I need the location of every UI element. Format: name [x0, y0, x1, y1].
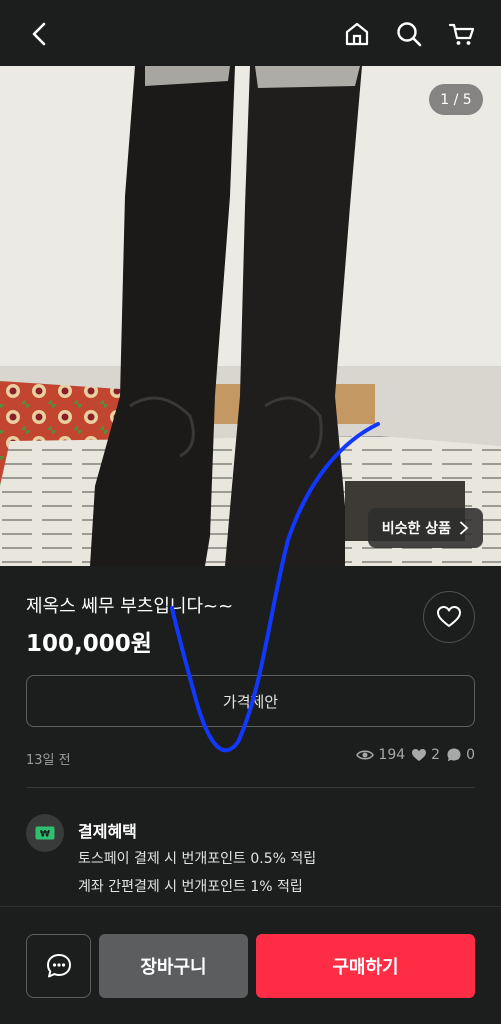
eye-icon: [356, 750, 375, 760]
benefit-line-toss: 토스페이 결제 시 번개포인트 0.5% 적립: [78, 851, 317, 867]
won-card-icon: ₩: [35, 826, 55, 840]
product-price: 100,000원: [26, 631, 152, 657]
likes-count: 2: [431, 747, 441, 763]
product-image-carousel[interactable]: 1 / 5 비슷한 상품: [0, 66, 501, 566]
cart-icon: [448, 23, 475, 45]
bottom-action-bar: 장바구니 구매하기: [0, 906, 501, 1024]
chat-dots-icon: [46, 954, 71, 978]
home-icon: [345, 22, 369, 46]
chats-stat: 0: [446, 747, 475, 763]
back-button[interactable]: [18, 12, 62, 56]
home-button[interactable]: [335, 12, 379, 56]
top-bar: [0, 0, 501, 66]
price-offer-button[interactable]: 가격제안: [26, 675, 475, 727]
similar-products-label: 비슷한 상품: [381, 521, 451, 537]
views-count: 194: [378, 747, 406, 763]
product-stats: 194 2 0: [356, 747, 475, 763]
chevron-right-icon: [460, 521, 469, 535]
image-counter: 1 / 5: [429, 84, 483, 115]
benefit-line-account: 계좌 간편결제 시 번개포인트 1% 적립: [78, 879, 303, 895]
chat-button[interactable]: [26, 934, 91, 998]
likes-stat: 2: [411, 747, 440, 763]
benefit-title: 결제혜택: [78, 822, 137, 841]
product-title: 제옥스 쎄무 부츠입니다~~: [26, 596, 234, 617]
search-icon: [397, 22, 422, 47]
product-photo: [0, 66, 501, 566]
posted-time: 13일 전: [26, 753, 71, 768]
similar-products-button[interactable]: 비슷한 상품: [367, 508, 483, 548]
chats-count: 0: [466, 747, 475, 763]
buy-button[interactable]: 구매하기: [256, 934, 475, 998]
like-button[interactable]: [423, 591, 475, 643]
cart-button[interactable]: [440, 12, 484, 56]
heart-filled-icon: [412, 749, 427, 761]
chat-bubble-icon: [447, 748, 461, 762]
back-arrow-icon: [32, 22, 46, 46]
search-button[interactable]: [387, 12, 431, 56]
add-to-cart-button[interactable]: 장바구니: [99, 934, 248, 998]
views-stat: 194: [356, 747, 405, 763]
heart-icon: [437, 606, 461, 627]
divider: [26, 787, 475, 788]
benefit-icon-wrap: ₩: [26, 814, 64, 852]
svg-text:₩: ₩: [40, 830, 50, 840]
